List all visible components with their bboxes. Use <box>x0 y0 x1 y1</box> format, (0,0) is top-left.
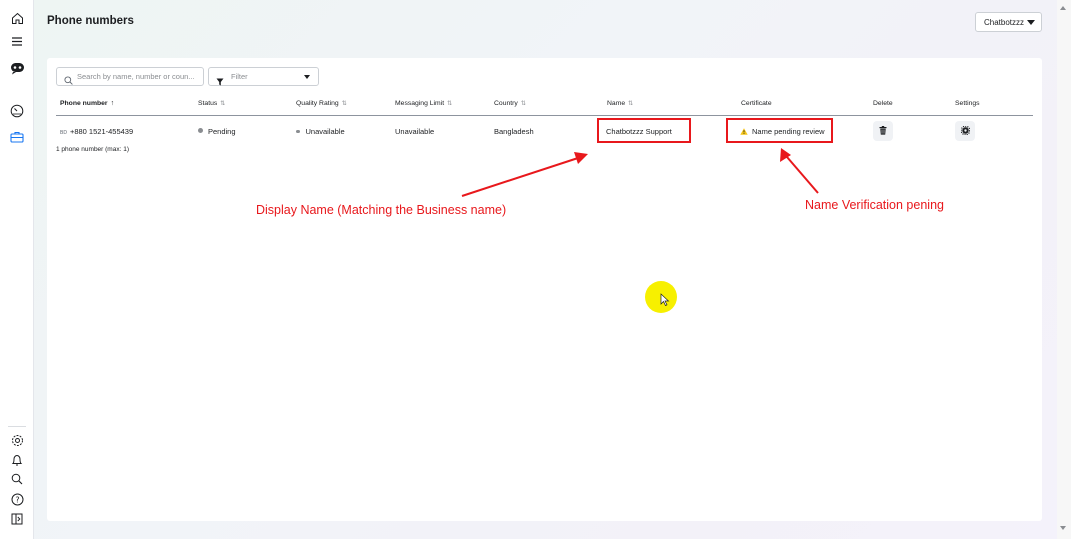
cursor-overlay <box>660 293 670 306</box>
display-name-annotation: Display Name (Matching the Business name… <box>256 203 507 217</box>
mouse-cursor-icon <box>660 293 670 306</box>
name-verification-annotation: Name Verification pening <box>805 198 944 212</box>
